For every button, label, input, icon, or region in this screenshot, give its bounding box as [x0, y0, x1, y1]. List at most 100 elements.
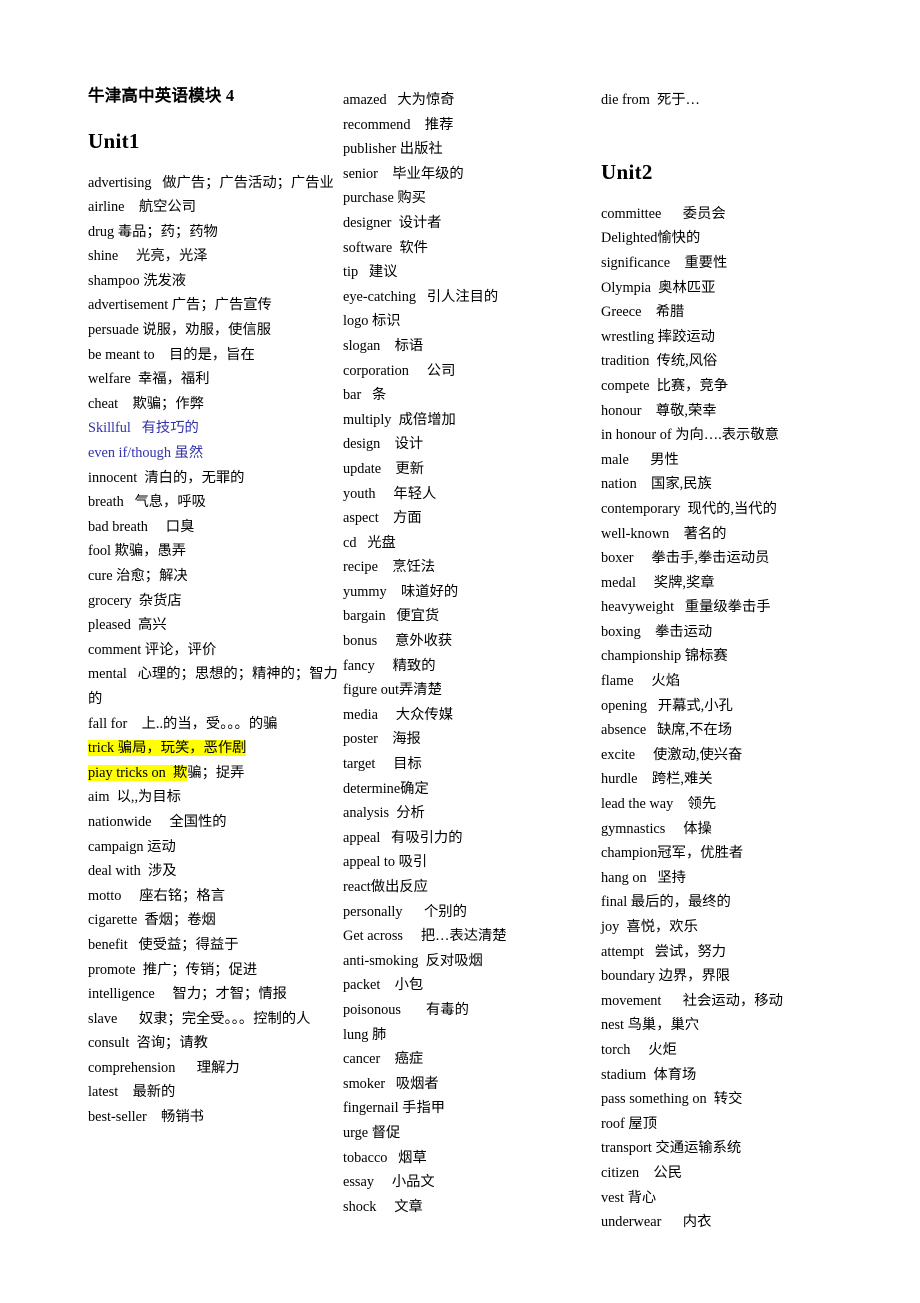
vocabulary-entry: even if/though 虽然: [88, 445, 204, 462]
vocabulary-entry: championship 锦标赛: [601, 648, 728, 665]
vocabulary-entry: packet 小包: [343, 977, 424, 994]
highlight-mark: trick 骗局，玩笑，恶作剧: [88, 740, 247, 757]
vocabulary-entry: pass something on 转交: [601, 1091, 743, 1108]
vocabulary-entry: boxer 拳击手,拳击运动员: [601, 550, 770, 567]
vocabulary-entry: tradition 传统,风俗: [601, 353, 718, 370]
entry-list-column-3: committee 委员会 Delighted愉快的 significance 重要…: [601, 202, 856, 1235]
vocabulary-entry: boundary 边界，界限: [601, 968, 731, 985]
vocabulary-entry: transport 交通运输系统: [601, 1140, 742, 1157]
vocabulary-entry: opening 开幕式,小孔: [601, 697, 733, 714]
vocabulary-entry: cd 光盘: [343, 534, 396, 551]
vocabulary-entry: honour 尊敬,荣幸: [601, 402, 717, 419]
vocabulary-entry: shock 文章: [343, 1198, 423, 1215]
vocabulary-entry: Olympia 奥林匹亚: [601, 279, 716, 296]
vocabulary-entry: significance 重要性: [601, 254, 728, 271]
vocabulary-entry: smoker 吸烟者: [343, 1075, 439, 1092]
vocabulary-entry: tobacco 烟草: [343, 1149, 427, 1166]
vocabulary-entry: update 更新: [343, 460, 424, 477]
vocabulary-column-3: die from 死于… Unit2 committee 委员会 Delighte…: [601, 88, 856, 1235]
vocabulary-entry: medal 奖牌,奖章: [601, 574, 715, 591]
vocabulary-entry: bad breath 口臭: [88, 518, 195, 535]
vocabulary-entry: bar 条: [343, 387, 387, 404]
vocabulary-entry: champion冠军，优胜者: [601, 845, 744, 862]
vocabulary-entry: well-known 著名的: [601, 525, 727, 542]
vocabulary-entry: absence 缺席,不在场: [601, 722, 733, 739]
vocabulary-entry: attempt 尝试，努力: [601, 943, 727, 960]
vocabulary-entry: corporation 公司: [343, 362, 456, 379]
highlight-mark: piay tricks on 欺: [88, 764, 188, 781]
vocabulary-entry: compete 比赛，竞争: [601, 377, 729, 394]
vocabulary-entry: yummy 味道好的: [343, 583, 459, 600]
vocabulary-entry: target 目标: [343, 756, 422, 773]
vocabulary-entry: cancer 癌症: [343, 1051, 424, 1068]
vocabulary-entry: trick 骗局，玩笑，恶作剧: [88, 736, 343, 761]
vocabulary-entry: airline 航空公司: [88, 199, 197, 216]
entry-list-column-2: amazed 大为惊奇 recommend 推荐 publisher 出版社 seni…: [343, 88, 598, 1219]
vocabulary-entry: cigarette 香烟；卷烟: [88, 912, 216, 929]
vocabulary-entry: fancy 精致的: [343, 657, 436, 674]
vocabulary-entry: analysis 分析: [343, 805, 425, 822]
vocabulary-entry: contemporary 现代的,当代的: [601, 500, 777, 517]
vocabulary-entry: promote 推广；传销；促进: [88, 961, 258, 978]
vocabulary-entry: underwear 内衣: [601, 1214, 712, 1231]
vocabulary-entry: pleased 高兴: [88, 617, 167, 634]
vocabulary-entry: grocery 杂货店: [88, 592, 182, 609]
vocabulary-entry: citizen 公民: [601, 1164, 682, 1181]
vocabulary-entry: media 大众传媒: [343, 706, 453, 723]
vocabulary-entry: react做出反应: [343, 879, 428, 895]
vocabulary-entry: flame 火焰: [601, 673, 681, 690]
vocabulary-entry: mental 心理的；思想的；精神的；智力的: [88, 666, 338, 707]
unit-heading-unit2: Unit2: [601, 159, 653, 184]
vocabulary-entry: persuade 说服，劝服，使信服: [88, 322, 272, 339]
vocabulary-entry: cure 治愈；解决: [88, 568, 188, 584]
vocabulary-entry: multiply 成倍增加: [343, 411, 456, 428]
vocabulary-entry: recommend 推荐: [343, 116, 454, 133]
vocabulary-entry: nation 国家,民族: [601, 476, 712, 493]
vocabulary-entry: innocent 清白的，无罪的: [88, 469, 245, 486]
vocabulary-entry: logo 标识: [343, 313, 401, 330]
vocabulary-entry: in honour of 为向….表示敬意: [601, 427, 779, 444]
vocabulary-entry: stadium 体育场: [601, 1066, 697, 1083]
vocabulary-entry: essay 小品文: [343, 1174, 435, 1191]
vocabulary-entry: recipe 烹饪法: [343, 559, 436, 576]
vocabulary-entry: amazed 大为惊奇: [343, 92, 455, 108]
vocabulary-entry: drug 毒品；药；药物: [88, 223, 218, 240]
vocabulary-entry: appeal 有吸引力的: [343, 829, 463, 846]
vocabulary-entry: hurdle 跨栏,难关: [601, 771, 713, 788]
vocabulary-entry: boxing 拳击运动: [601, 623, 713, 640]
vocabulary-entry: campaign 运动: [88, 838, 176, 855]
vocabulary-entry: software 软件: [343, 239, 428, 256]
vocabulary-entry: advertisement 广告；广告宣传: [88, 297, 272, 314]
vocabulary-entry: poster 海报: [343, 731, 421, 748]
vocabulary-entry: eye-catching 引人注目的: [343, 288, 499, 305]
vocabulary-entry: joy 喜悦，欢乐: [601, 919, 698, 935]
vocabulary-entry: Get across 把…表达清楚: [343, 928, 507, 945]
vocabulary-entry: Skillful 有技巧的: [88, 420, 199, 437]
vocabulary-entry: advertising 做广告；广告活动；广告业: [88, 174, 334, 191]
vocabulary-entry: committee 委员会: [601, 205, 726, 222]
vocabulary-entry: slave 奴隶；完全受。。。控制的人: [88, 1010, 311, 1027]
vocabulary-entry: aspect 方面: [343, 510, 422, 527]
column3-gap-line-1: [601, 113, 856, 138]
vocabulary-entry: personally 个别的: [343, 903, 467, 920]
vocabulary-column-1: 牛津高中英语模块 4 Unit1 advertising 做广告；广告活动；广告…: [88, 86, 343, 1130]
vocabulary-entry: consult 咨询；请教: [88, 1035, 208, 1052]
vocabulary-entry: vest 背心: [601, 1189, 657, 1206]
vocabulary-entry: shine 光亮，光泽: [88, 248, 208, 265]
vocabulary-entry: welfare 幸福，福利: [88, 371, 210, 388]
vocabulary-entry: lung 肺: [343, 1026, 387, 1043]
vocabulary-entry: determine确定: [343, 780, 429, 797]
unit-heading-spacer: [88, 152, 343, 171]
document-page: 牛津高中英语模块 4 Unit1 advertising 做广告；广告活动；广告…: [0, 0, 920, 1303]
vocabulary-entry: nest 鸟巢，巢穴: [601, 1017, 700, 1034]
entry-text-tail: 骗；捉弄: [187, 764, 245, 781]
vocabulary-entry: lead the way 领先: [601, 796, 717, 813]
document-title: 牛津高中英语模块 4: [88, 86, 235, 105]
vocabulary-entry: fall for 上..的当，受。。。的骗: [88, 715, 278, 732]
vocabulary-entry: final 最后的，最终的: [601, 894, 731, 911]
vocabulary-entry: deal with 涉及: [88, 863, 177, 880]
vocabulary-entry: wrestling 摔跤运动: [601, 328, 715, 345]
column3-gap-line-2: [601, 137, 856, 162]
unit2-heading-spacer: [601, 183, 856, 202]
vocabulary-entry: design 设计: [343, 436, 424, 453]
